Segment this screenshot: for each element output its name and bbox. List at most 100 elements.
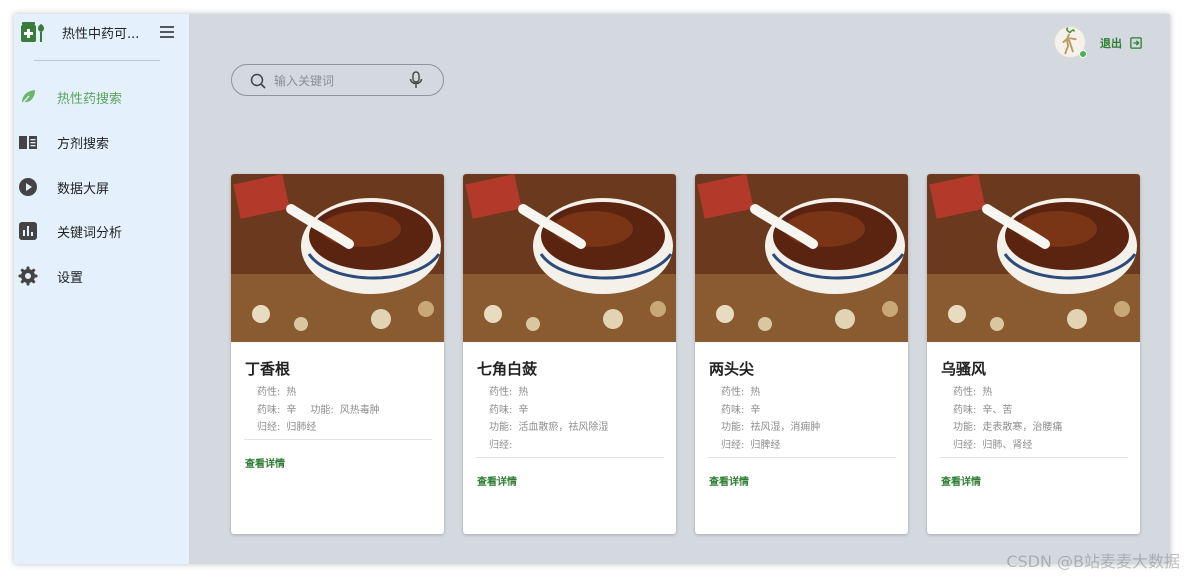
property-value: 活血散瘀，祛风除湿 (518, 422, 609, 433)
divider (244, 439, 432, 440)
leaf-icon (20, 90, 35, 106)
property-key: 药味: (721, 404, 745, 416)
herbal-tea-image (927, 174, 1140, 342)
property-value: 辛、苦 (982, 404, 1013, 416)
view-details-link[interactable]: 查看详情 (709, 473, 749, 488)
search-box (231, 64, 444, 96)
property-key: 功能: (953, 422, 977, 433)
property-value: 辛 (286, 404, 297, 416)
divider (708, 457, 896, 458)
herb-properties: 药性: 热 药味: 辛 功能: 活血散瘀，祛风除湿 归经: (489, 384, 671, 454)
sidebar: 热性中药可... 热性药搜索 方剂搜索 数据大屏 关键词分析 设置 (14, 14, 189, 564)
medicine-logo-icon (21, 22, 44, 42)
property-row: 药性: 热 (721, 384, 903, 402)
gear-icon (18, 266, 38, 286)
app-title: 热性中药可... (62, 27, 140, 42)
book-icon (19, 135, 37, 149)
property-row: 功能: 祛风湿，消痈肿 (721, 419, 903, 437)
property-value: 归肺、肾经 (982, 439, 1033, 451)
herbal-tea-image (695, 174, 908, 342)
herb-name: 七角白蔹 (477, 360, 538, 378)
property-value: 辛 (518, 404, 529, 416)
sidebar-item-herb-search[interactable]: 热性药搜索 (14, 74, 189, 119)
microphone-icon[interactable] (409, 71, 423, 89)
divider (34, 60, 160, 61)
property-key: 药性: (721, 387, 745, 398)
divider (476, 457, 664, 458)
property-value: 风热毒肿 (339, 404, 380, 416)
herb-name: 两头尖 (709, 360, 755, 378)
property-row: 药味: 辛 (721, 402, 903, 420)
divider (940, 457, 1128, 458)
property-value: 归肺经 (286, 422, 317, 433)
sidebar-item-keyword-analysis[interactable]: 关键词分析 (14, 208, 189, 253)
herb-card-grid: 丁香根 药性: 热 药味: 辛功能: 风热毒肿 归经: 归肺经 查看详情 七角白… (231, 174, 1141, 534)
property-row: 药味: 辛 功能: 风热毒肿 (257, 402, 439, 420)
avatar[interactable] (1054, 26, 1087, 58)
logout-icon (1130, 37, 1142, 49)
property-row: 药味: 辛 (489, 402, 671, 420)
sidebar-nav: 热性药搜索 方剂搜索 数据大屏 关键词分析 设置 (14, 74, 189, 298)
brand-header: 热性中药可... (14, 14, 189, 61)
property-key: 归经: (953, 439, 977, 451)
property-row: 归经: 归肺经 (257, 419, 439, 437)
watermark: CSDN @B站麦麦大数据 (1006, 552, 1180, 571)
herbal-tea-image (231, 174, 444, 342)
property-value: 热 (982, 387, 993, 398)
view-details-link[interactable]: 查看详情 (245, 455, 285, 470)
property-key: 归经: (257, 422, 281, 433)
property-key: 功能: (310, 404, 334, 416)
property-value: 归脾经 (750, 439, 781, 451)
herb-properties: 药性: 热 药味: 辛、苦 功能: 走表散寒，治腰痛 归经: 归肺、肾经 (953, 384, 1135, 454)
herb-properties: 药性: 热 药味: 辛 功能: 祛风湿，消痈肿 归经: 归脾经 (721, 384, 903, 454)
search-icon (250, 73, 266, 89)
online-status-dot (1079, 50, 1087, 58)
view-details-link[interactable]: 查看详情 (477, 473, 517, 488)
property-key: 药味: (953, 404, 977, 416)
property-value: 热 (750, 387, 761, 398)
logout-button[interactable]: 退出 (1100, 35, 1142, 51)
property-row: 功能: 活血散瘀，祛风除湿 (489, 419, 671, 437)
sidebar-item-label: 关键词分析 (57, 226, 123, 242)
herb-card: 乌骚风 药性: 热 药味: 辛、苦 功能: 走表散寒，治腰痛 归经: 归肺、肾经 查看详… (927, 174, 1140, 534)
herb-properties: 药性: 热 药味: 辛 功能: 风热毒肿 归经: 归肺经 (257, 384, 439, 437)
property-value: 辛 (750, 404, 761, 416)
bar-chart-icon (19, 222, 37, 241)
property-key: 药味: (257, 404, 281, 416)
property-key: 药性: (489, 387, 513, 398)
sidebar-item-label: 数据大屏 (57, 181, 110, 197)
sidebar-item-label: 热性药搜索 (57, 92, 123, 107)
search-input[interactable] (274, 71, 394, 91)
property-key: 药味: (489, 404, 513, 416)
sidebar-item-formula-search[interactable]: 方剂搜索 (14, 119, 189, 164)
play-circle-icon (19, 177, 37, 196)
sidebar-item-label: 方剂搜索 (57, 136, 110, 152)
property-row: 归经: (489, 437, 671, 455)
property-row: 药性: 热 (953, 384, 1135, 402)
herb-name: 乌骚风 (941, 360, 987, 378)
property-key: 归经: (721, 439, 745, 451)
app-frame: 热性中药可... 热性药搜索 方剂搜索 数据大屏 关键词分析 设置 退出 输入关… (14, 14, 1170, 564)
property-key: 功能: (721, 422, 745, 433)
property-row: 归经: 归肺、肾经 (953, 437, 1135, 455)
sidebar-item-dashboard[interactable]: 数据大屏 (14, 164, 189, 209)
property-row: 归经: 归脾经 (721, 437, 903, 455)
herbal-tea-image (463, 174, 676, 342)
property-value: 走表散寒，治腰痛 (982, 422, 1063, 433)
herb-card: 两头尖 药性: 热 药味: 辛 功能: 祛风湿，消痈肿 归经: 归脾经 查看详情 (695, 174, 908, 534)
property-key: 药性: (953, 387, 977, 398)
herb-name: 丁香根 (245, 360, 291, 378)
property-row: 药性: 热 (257, 384, 439, 402)
property-row: 药味: 辛、苦 (953, 402, 1135, 420)
herb-card: 七角白蔹 药性: 热 药味: 辛 功能: 活血散瘀，祛风除湿 归经: 查看详情 (463, 174, 676, 534)
logout-label: 退出 (1100, 37, 1122, 50)
herb-card: 丁香根 药性: 热 药味: 辛 功能: 风热毒肿 归经: 归肺经 查看详情 (231, 174, 444, 534)
property-value: 热 (286, 387, 297, 398)
property-value: 祛风湿，消痈肿 (750, 422, 821, 433)
sidebar-item-settings[interactable]: 设置 (14, 253, 189, 298)
hamburger-menu-icon[interactable] (160, 26, 174, 38)
sidebar-item-label: 设置 (57, 271, 84, 287)
property-key: 功能: (489, 422, 513, 433)
view-details-link[interactable]: 查看详情 (941, 473, 981, 488)
property-key: 归经: (489, 439, 513, 451)
